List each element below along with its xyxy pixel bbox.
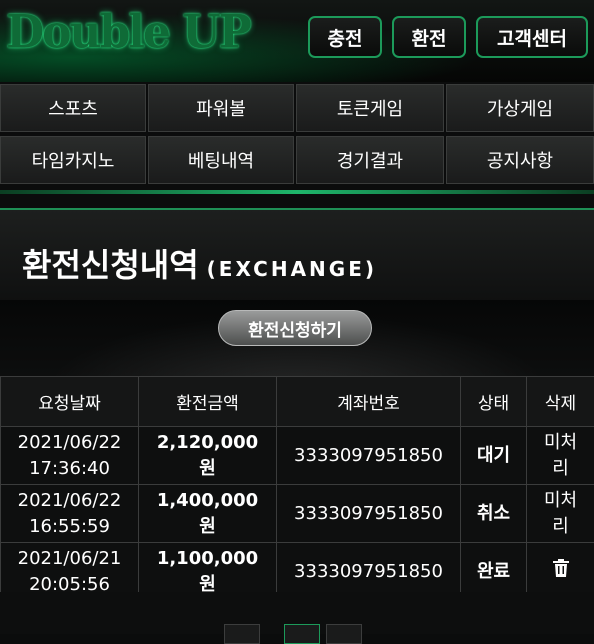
- page-prev-button[interactable]: [224, 624, 260, 644]
- delete-status: 미처리: [543, 430, 579, 482]
- col-header-status: 상태: [461, 377, 527, 427]
- nav-item-match-results[interactable]: 경기결과: [296, 136, 444, 184]
- col-header-amount: 환전금액: [139, 377, 277, 427]
- cell-account: 3333097951850: [277, 427, 461, 485]
- page-subtitle: (EXCHANGE): [207, 257, 377, 281]
- date-text: 2021/06/22: [2, 430, 137, 456]
- nav-item-token-game[interactable]: 토큰게임: [296, 84, 444, 132]
- cell-date: 2021/06/2216:55:59: [1, 485, 139, 543]
- time-text: 17:36:40: [2, 456, 137, 482]
- nav-item-notices[interactable]: 공지사항: [446, 136, 594, 184]
- withdraw-button[interactable]: 환전: [392, 16, 466, 58]
- exchange-table: 요청날짜 환전금액 계좌번호 상태 삭제 2021/06/2217:36:40 …: [0, 376, 594, 601]
- nav-item-bet-history[interactable]: 베팅내역: [148, 136, 294, 184]
- cell-delete: 미처리: [527, 485, 594, 543]
- cell-status: 취소: [461, 485, 527, 543]
- amount-unit: 원: [140, 514, 275, 540]
- site-header: Double UP 충전 환전 고객센터: [0, 0, 594, 82]
- delete-status: 미처리: [543, 488, 579, 540]
- main-nav: 스포츠 파워볼 토큰게임 가상게임 타임카지노 베팅내역 경기결과 공지사항: [0, 84, 594, 188]
- amount-text: 1,400,000: [140, 488, 275, 514]
- trash-icon[interactable]: [553, 559, 569, 585]
- nav-item-virtual-game[interactable]: 가상게임: [446, 84, 594, 132]
- table-header-row: 요청날짜 환전금액 계좌번호 상태 삭제: [1, 377, 594, 427]
- table-row: 2021/06/2217:36:40 2,120,000원 3333097951…: [1, 427, 594, 485]
- col-header-account: 계좌번호: [277, 377, 461, 427]
- date-text: 2021/06/22: [2, 488, 137, 514]
- page-title: 환전신청내역 (EXCHANGE): [22, 240, 377, 286]
- col-header-delete: 삭제: [527, 377, 594, 427]
- deposit-button[interactable]: 충전: [308, 16, 382, 58]
- customer-center-button[interactable]: 고객센터: [476, 16, 588, 58]
- pagination-area: [0, 592, 594, 634]
- action-bar: 환전신청하기: [0, 300, 594, 376]
- page-title-text: 환전신청내역: [22, 246, 199, 284]
- cell-amount: 1,400,000원: [139, 485, 277, 543]
- cell-delete: 미처리: [527, 427, 594, 485]
- exchange-request-button[interactable]: 환전신청하기: [218, 310, 372, 346]
- cell-amount: 2,120,000원: [139, 427, 277, 485]
- time-text: 16:55:59: [2, 514, 137, 540]
- nav-divider: [0, 190, 594, 194]
- date-text: 2021/06/21: [2, 546, 137, 572]
- amount-text: 2,120,000: [140, 430, 275, 456]
- nav-item-sports[interactable]: 스포츠: [0, 84, 146, 132]
- page-current-button[interactable]: [284, 624, 320, 644]
- amount-text: 1,100,000: [140, 546, 275, 572]
- nav-item-time-casino[interactable]: 타임카지노: [0, 136, 146, 184]
- page-next-button[interactable]: [326, 624, 362, 644]
- cell-account: 3333097951850: [277, 485, 461, 543]
- table-row: 2021/06/2216:55:59 1,400,000원 3333097951…: [1, 485, 594, 543]
- nav-item-powerball[interactable]: 파워볼: [148, 84, 294, 132]
- cell-date: 2021/06/2217:36:40: [1, 427, 139, 485]
- col-header-date: 요청날짜: [1, 377, 139, 427]
- title-panel: 환전신청내역 (EXCHANGE): [0, 208, 594, 302]
- amount-unit: 원: [140, 456, 275, 482]
- site-logo[interactable]: Double UP: [6, 4, 250, 63]
- cell-status: 대기: [461, 427, 527, 485]
